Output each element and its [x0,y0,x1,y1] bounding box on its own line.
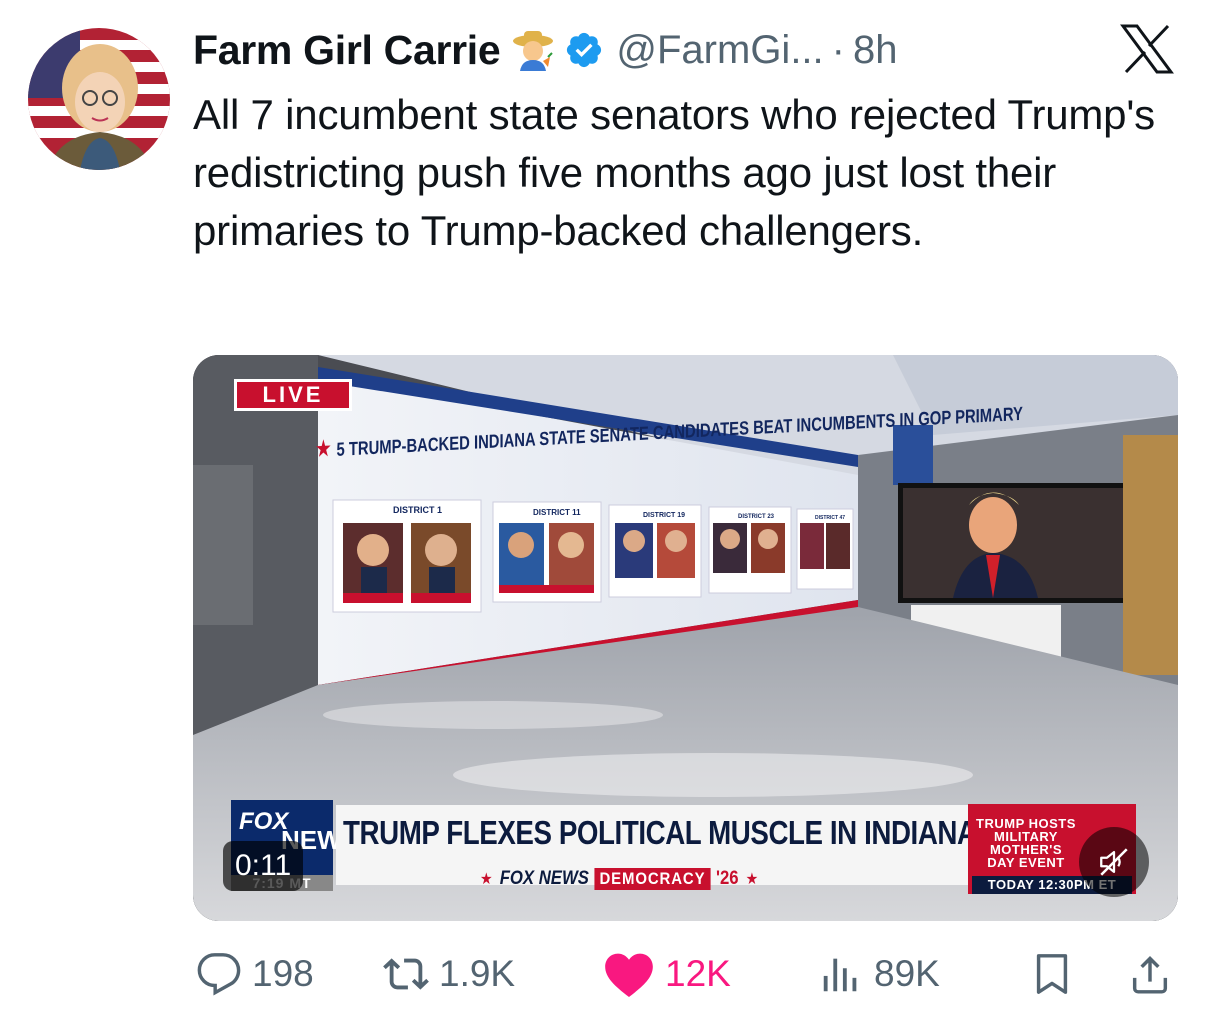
chyron-headline: TRUMP FLEXES POLITICAL MUSCLE IN INDIANA [343,814,977,851]
like-button[interactable]: 12K [603,946,731,1002]
separator-dot: · [831,27,845,72]
repost-icon [383,958,429,990]
repost-button[interactable]: 1.9K [383,946,515,1002]
live-badge: LIVE [234,379,352,411]
reply-button[interactable]: 198 [196,946,314,1002]
promo-text: TRUMP HOSTS MILITARY MOTHER'S DAY EVENT [976,816,1076,870]
bookmark-icon [1036,954,1068,994]
author-avatar[interactable] [28,28,170,170]
video-player[interactable]: DISTRICT 1 DISTRICT 11 DISTRICT 19 DISTRICT… [193,355,1178,921]
board-district-label: DISTRICT 1 [393,505,442,515]
tweet-timestamp[interactable]: 8h [853,28,898,73]
like-count: 12K [665,953,731,994]
share-button[interactable] [1127,946,1173,1002]
reply-count: 198 [252,953,314,994]
year-label: '26 [716,868,739,889]
reply-icon [197,953,241,996]
board-district-label: DISTRICT 11 [533,508,581,517]
author-handle[interactable]: @FarmGi... [616,28,823,73]
share-icon [1132,955,1168,994]
board-district-label: DISTRICT 19 [643,512,685,519]
author-name[interactable]: Farm Girl Carrie [193,27,501,74]
mute-button[interactable] [1079,827,1149,897]
muted-speaker-icon [1100,848,1128,876]
bookmark-button[interactable] [1029,946,1075,1002]
star-icon: ★ [745,871,759,888]
x-logo-icon[interactable] [1120,24,1174,74]
views-count: 89K [874,953,940,994]
board-district-label: DISTRICT 47 [815,515,845,521]
video-timer: 0:11 [223,841,304,891]
farmer-emoji-icon [513,31,554,71]
views-button[interactable]: 89K [818,946,940,1002]
views-chart-icon [823,958,857,992]
heart-filled-icon [605,953,653,997]
network-strip: ★ FOX NEWS DEMOCRACY '26 ★ [473,868,765,890]
democracy-label: DEMOCRACY [594,868,711,890]
verified-badge-icon[interactable] [564,30,604,70]
repost-count: 1.9K [439,953,516,994]
action-bar: 198 1.9K 12K 89K [193,946,1178,1002]
tweet-header: Farm Girl Carrie @FarmGi... · 8h [193,22,897,78]
star-icon: ★ [315,435,332,463]
tweet-text: All 7 incumbent state senators who rejec… [193,91,1155,254]
star-icon: ★ [480,871,493,888]
network-name: FOX NEWS [499,868,589,889]
board-district-label: DISTRICT 23 [738,514,775,520]
